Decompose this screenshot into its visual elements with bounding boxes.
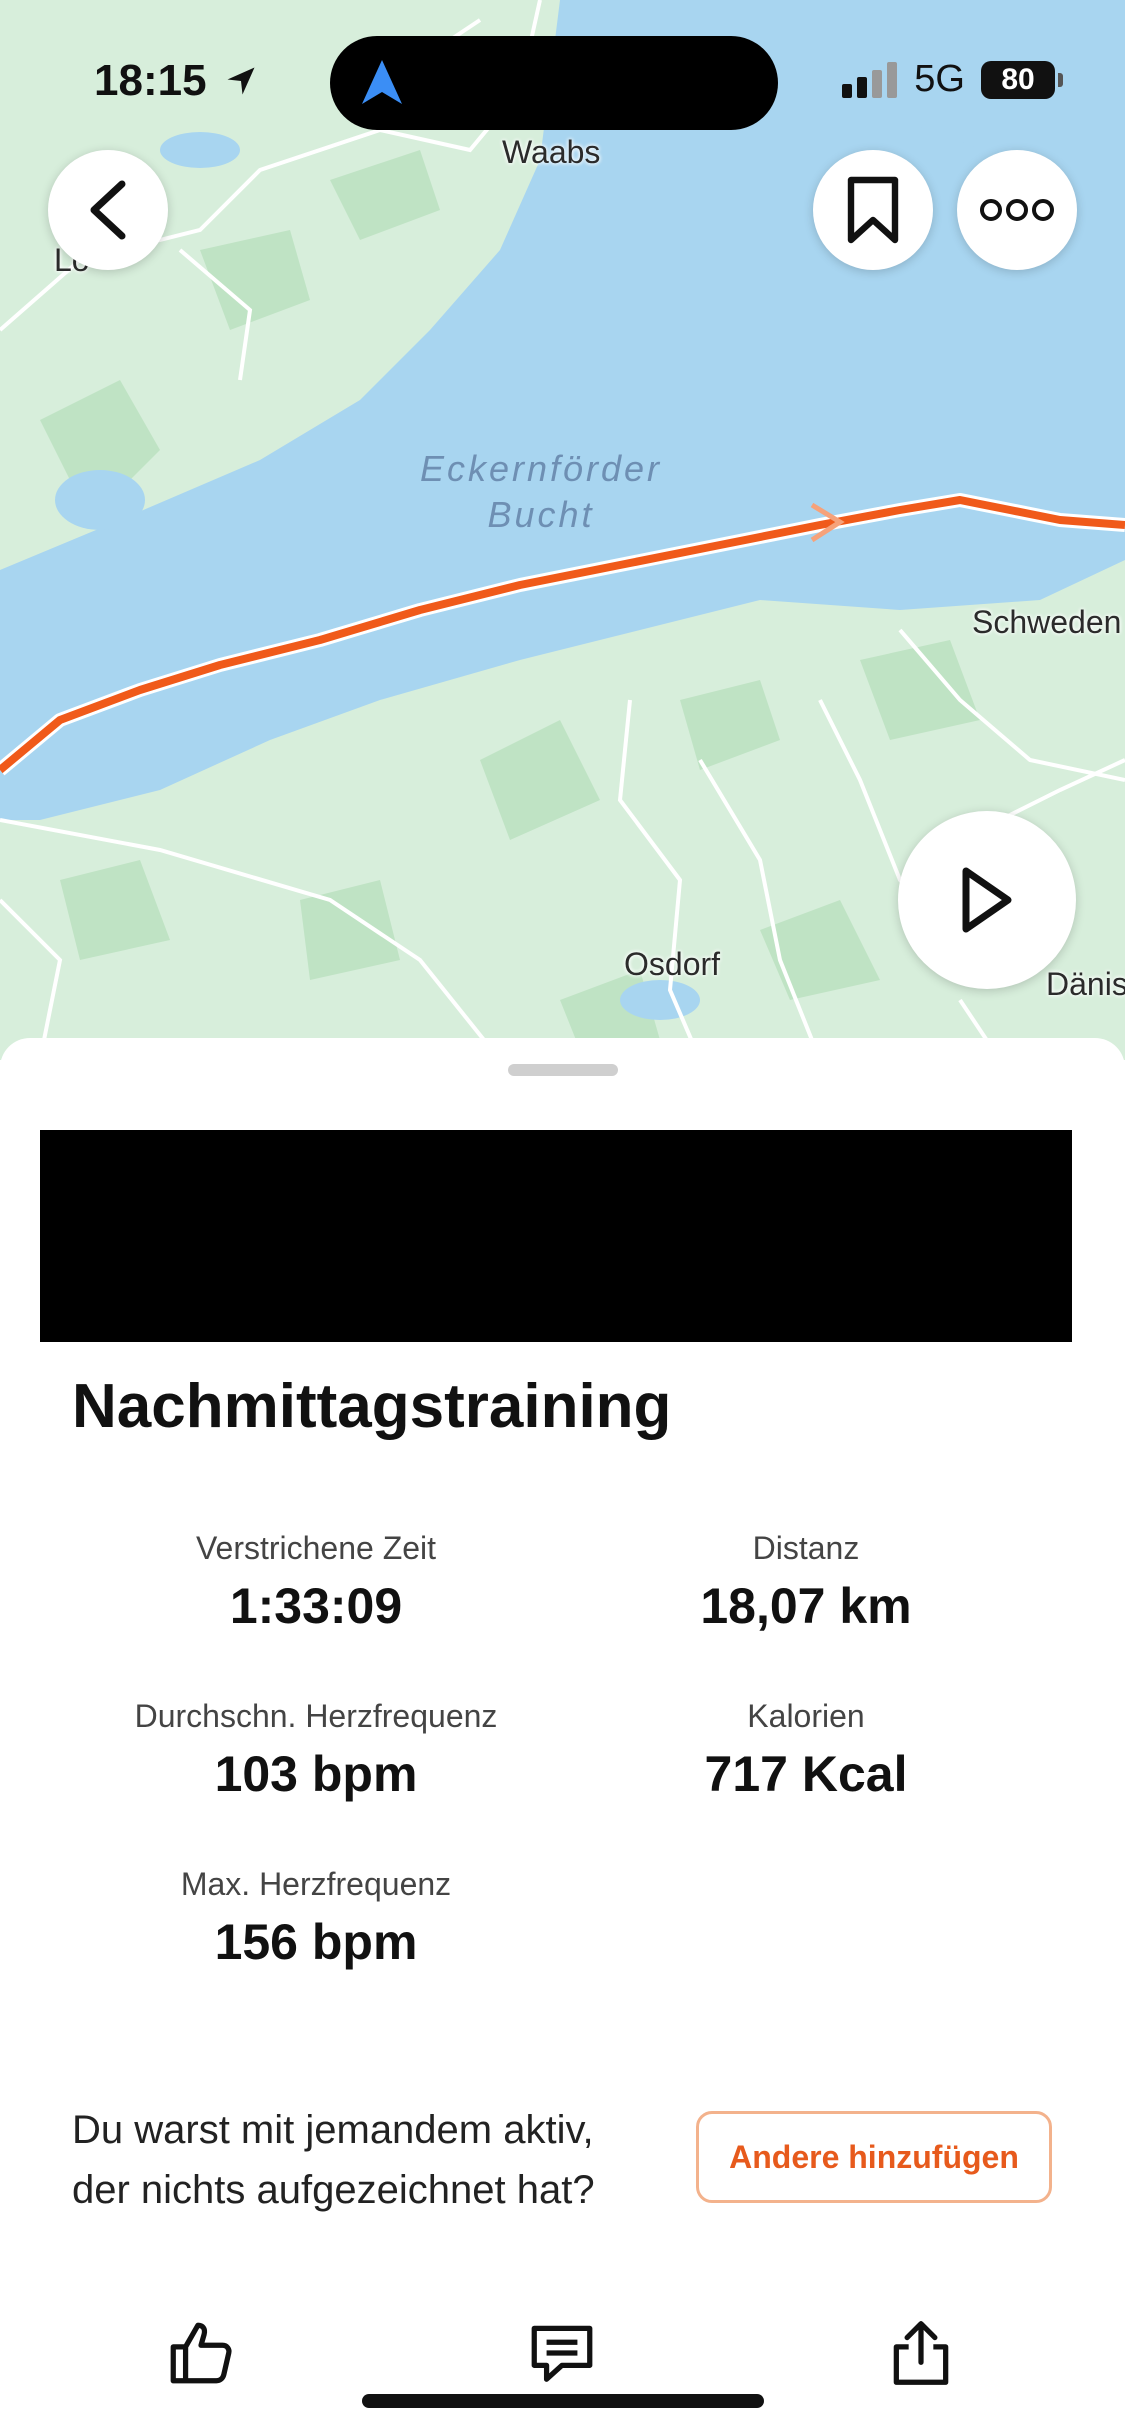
home-indicator[interactable]: [362, 2394, 764, 2408]
status-time-text: 18:15: [94, 56, 207, 105]
dynamic-island: [330, 36, 778, 130]
stat-value: 1:33:09: [229, 1578, 403, 1634]
place-label-osdorf: Osdorf: [624, 946, 721, 982]
place-label-waabs: Waabs: [502, 134, 601, 170]
back-arrow-icon: [90, 180, 126, 240]
partner-prompt-line2: der nichts aufgezeichnet hat?: [72, 2168, 595, 2212]
activity-sheet: Nachmittagstraining Verstrichene Zeit 1:…: [0, 1038, 1125, 2436]
more-dots-icon: [980, 199, 1054, 221]
activity-title: Nachmittagstraining: [72, 1372, 672, 1441]
place-label-schwedeneck: Schweden: [972, 604, 1122, 640]
stat-label: Distanz: [752, 1530, 860, 1566]
stat-label: Max. Herzfrequenz: [180, 1866, 452, 1902]
route-map[interactable]: Waabs Lo Schweden Osdorf Dänis Eckernför…: [0, 0, 1125, 1060]
add-others-button[interactable]: Andere hinzufügen: [696, 2111, 1052, 2203]
status-time: 18:15: [94, 56, 259, 106]
battery-level: 80: [1001, 62, 1035, 96]
place-label-daenischenhagen: Dänis: [1046, 966, 1125, 1002]
stat-max-heart-rate: Max. Herzfrequenz 156 bpm: [66, 1866, 566, 1971]
stat-label: Durchschn. Herzfrequenz: [134, 1698, 498, 1734]
like-button[interactable]: [164, 2316, 238, 2395]
share-icon: [893, 2321, 949, 2385]
play-flyover-button[interactable]: [898, 811, 1076, 989]
battery-icon: 80: [981, 60, 1063, 99]
thumbs-up-icon: [170, 2322, 232, 2384]
stat-elapsed-time: Verstrichene Zeit 1:33:09: [66, 1530, 566, 1635]
comment-icon: [531, 2325, 593, 2382]
water-label-line2: Bucht: [487, 494, 595, 535]
partner-prompt: Du warst mit jemandem aktiv, der nichts …: [72, 2100, 595, 2220]
bookmark-button[interactable]: [813, 150, 933, 270]
signal-icon: [842, 61, 898, 98]
play-icon: [962, 867, 1012, 933]
stat-avg-heart-rate: Durchschn. Herzfrequenz 103 bpm: [66, 1698, 566, 1803]
more-options-button[interactable]: [957, 150, 1077, 270]
comment-button[interactable]: [524, 2316, 600, 2395]
location-arrow-icon: [227, 67, 255, 95]
bookmark-icon: [847, 176, 899, 244]
partner-prompt-line1: Du warst mit jemandem aktiv,: [72, 2108, 594, 2152]
status-indicators: 5G 80: [842, 58, 1063, 101]
redacted-area: [40, 1130, 1072, 1342]
share-button[interactable]: [884, 2316, 958, 2395]
stat-value: 18,07 km: [700, 1578, 912, 1634]
stat-label: Verstrichene Zeit: [195, 1530, 437, 1566]
stat-value: 717 Kcal: [704, 1746, 908, 1802]
network-type: 5G: [914, 58, 965, 100]
sheet-drag-handle[interactable]: [508, 1064, 618, 1076]
stat-distance: Distanz 18,07 km: [556, 1530, 1056, 1635]
water-label-line1: Eckernförder: [419, 448, 663, 489]
water-label: Eckernförder Bucht: [386, 446, 696, 538]
stat-value: 156 bpm: [214, 1914, 418, 1970]
stat-value: 103 bpm: [214, 1746, 418, 1802]
stat-calories: Kalorien 717 Kcal: [556, 1698, 1056, 1803]
navigation-arrow-icon: [362, 60, 402, 104]
back-button[interactable]: [48, 150, 168, 270]
stat-label: Kalorien: [747, 1698, 865, 1734]
